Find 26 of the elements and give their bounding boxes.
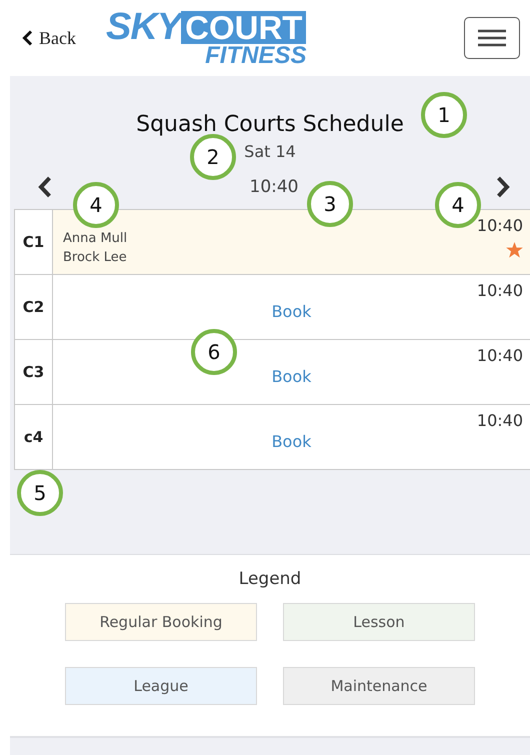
logo: SKYCOURT FITNESS [106, 8, 306, 68]
menu-icon [478, 29, 506, 47]
book-link[interactable]: Book [272, 366, 312, 386]
slot-time: 10:40 [476, 346, 523, 365]
book-link[interactable]: Book [272, 432, 312, 450]
menu-button[interactable] [464, 17, 520, 59]
court-label: c4 [14, 405, 53, 469]
slot-time: 10:40 [476, 411, 523, 430]
page-title: Squash Courts Schedule [136, 112, 404, 137]
legend-item: Lesson [283, 603, 475, 641]
time-label: 10:40 [250, 177, 298, 197]
court-label: C2 [14, 275, 53, 339]
legend-item: Maintenance [283, 667, 475, 705]
legend-title: Legend [238, 569, 302, 589]
chevron-left-icon [22, 30, 33, 46]
slot-time: 10:40 [476, 281, 523, 300]
previous-button[interactable] [38, 176, 52, 198]
date-label: Sat 14 [244, 142, 296, 161]
legend-item: Regular Booking [65, 603, 257, 641]
player-names: Anna Mull Brock Lee [63, 230, 128, 267]
next-button[interactable] [496, 176, 510, 198]
back-button[interactable]: Back [22, 28, 76, 48]
court-label: C1 [14, 210, 53, 274]
book-link[interactable]: Book [272, 302, 312, 320]
legend-item: League [65, 667, 257, 705]
court-label: C3 [14, 340, 53, 404]
